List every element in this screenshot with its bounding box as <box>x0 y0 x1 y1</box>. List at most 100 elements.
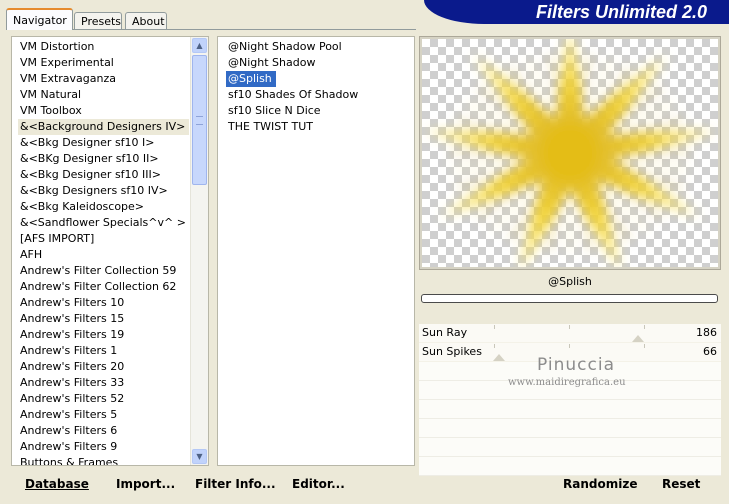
current-filter-name: @Splish <box>548 275 592 288</box>
category-item-label: VM Distortion <box>20 40 95 53</box>
filter-item[interactable]: @Splish <box>226 71 410 87</box>
chevron-down-icon: ▼ <box>196 452 203 461</box>
filter-item-label: @Splish <box>226 71 276 87</box>
category-item[interactable]: Andrew's Filters 15 <box>18 311 188 327</box>
category-item[interactable]: &<Sandflower Specials^v^ > <box>18 215 188 231</box>
editor-label: Editor... <box>292 477 345 491</box>
scroll-up-button[interactable]: ▲ <box>192 38 207 53</box>
randomize-button[interactable]: Randomize <box>563 476 637 492</box>
category-item-label: Andrew's Filters 10 <box>20 296 125 309</box>
empty-param-row <box>419 419 721 438</box>
filter-item[interactable]: sf10 Shades Of Shadow <box>226 87 410 103</box>
category-item[interactable]: VM Extravaganza <box>18 71 188 87</box>
category-item-label: Andrew's Filter Collection 62 <box>20 280 177 293</box>
empty-param-row <box>419 438 721 457</box>
category-item[interactable]: Buttons & Frames <box>18 455 188 466</box>
category-item-label: Andrew's Filters 6 <box>20 424 118 437</box>
import-label: Import... <box>116 477 176 491</box>
category-item[interactable]: [AFS IMPORT] <box>18 231 188 247</box>
category-item[interactable]: Andrew's Filters 9 <box>18 439 188 455</box>
category-item[interactable]: &<BKg Designer sf10 II> <box>18 151 188 167</box>
category-item-label: VM Extravaganza <box>20 72 117 85</box>
tab-presets[interactable]: Presets <box>74 12 122 29</box>
bottom-toolbar: Database Import... Filter Info... Editor… <box>11 468 415 498</box>
preview-image <box>422 39 718 267</box>
category-item[interactable]: Andrew's Filters 6 <box>18 423 188 439</box>
category-item[interactable]: AFH <box>18 247 188 263</box>
reset-label: Reset <box>662 477 701 491</box>
category-list[interactable]: VM Distortion VM Experimental VM Extravaga… <box>11 36 209 466</box>
category-item[interactable]: Andrew's Filter Collection 62 <box>18 279 188 295</box>
category-item-label: Andrew's Filters 33 <box>20 376 125 389</box>
category-item[interactable]: Andrew's Filters 10 <box>18 295 188 311</box>
import-button[interactable]: Import... <box>116 476 175 492</box>
category-item[interactable]: VM Experimental <box>18 55 188 71</box>
category-item[interactable]: &<Bkg Designer sf10 III> <box>18 167 188 183</box>
editor-button[interactable]: Editor... <box>292 476 345 492</box>
filter-info-button[interactable]: Filter Info... <box>195 476 276 492</box>
category-item[interactable]: Andrew's Filter Collection 59 <box>18 263 188 279</box>
category-item-label: Andrew's Filters 1 <box>20 344 118 357</box>
filter-item[interactable]: @Night Shadow <box>226 55 410 71</box>
category-item-label: &<Bkg Designers sf10 IV> <box>20 184 168 197</box>
category-item[interactable]: Andrew's Filters 19 <box>18 327 188 343</box>
category-item[interactable]: Andrew's Filters 20 <box>18 359 188 375</box>
category-item-label: Buttons & Frames <box>20 456 119 466</box>
slider-value: 66 <box>703 345 717 358</box>
category-scrollbar[interactable]: ▲ ▼ <box>190 37 208 465</box>
slider-thumb[interactable] <box>492 354 505 361</box>
category-item[interactable]: VM Distortion <box>18 39 188 55</box>
filter-item-label: sf10 Slice N Dice <box>228 104 321 117</box>
category-item-label: Andrew's Filters 9 <box>20 440 118 453</box>
category-item-label: Andrew's Filters 20 <box>20 360 125 373</box>
scroll-thumb[interactable] <box>192 55 207 185</box>
category-item-label: &<Bkg Designer sf10 III> <box>20 168 162 181</box>
reset-button[interactable]: Reset <box>662 476 700 492</box>
parameter-panel: Sun Ray 186 Sun Spikes 66 <box>419 324 721 476</box>
category-item[interactable]: &<Background Designers IV> <box>18 119 190 135</box>
slider-sun-ray[interactable]: Sun Ray 186 <box>419 324 721 343</box>
category-item-label: &<Bkg Kaleidoscope> <box>20 200 145 213</box>
tab-navigator-label: Navigator <box>13 14 67 27</box>
tab-about-label: About <box>132 15 165 28</box>
category-item[interactable]: Andrew's Filters 33 <box>18 375 188 391</box>
slider-tick <box>494 325 495 329</box>
category-item-label: [AFS IMPORT] <box>20 232 95 245</box>
database-button[interactable]: Database <box>25 476 89 492</box>
category-item-label: &<Bkg Designer sf10 I> <box>20 136 155 149</box>
category-item[interactable]: VM Natural <box>18 87 188 103</box>
scroll-down-button[interactable]: ▼ <box>192 449 207 464</box>
progress-bar <box>421 294 718 303</box>
category-item[interactable]: &<Bkg Kaleidoscope> <box>18 199 188 215</box>
watermark-name: Pinuccia <box>537 355 615 375</box>
category-item[interactable]: &<Bkg Designer sf10 I> <box>18 135 188 151</box>
filter-item[interactable]: THE TWIST TUT <box>226 119 410 135</box>
grip-icon <box>196 116 203 125</box>
tab-navigator[interactable]: Navigator <box>6 8 73 30</box>
category-item-label: Andrew's Filters 19 <box>20 328 125 341</box>
preview-toolbar: Randomize Reset <box>419 468 721 498</box>
category-item[interactable]: &<Bkg Designers sf10 IV> <box>18 183 188 199</box>
randomize-label: Randomize <box>563 477 638 491</box>
tab-about[interactable]: About <box>125 12 167 29</box>
category-item[interactable]: Andrew's Filters 52 <box>18 391 188 407</box>
slider-thumb[interactable] <box>632 335 645 342</box>
slider-tick <box>644 344 645 348</box>
filter-list[interactable]: @Night Shadow Pool @Night Shadow @Splish sf… <box>217 36 415 466</box>
category-item[interactable]: Andrew's Filters 5 <box>18 407 188 423</box>
category-item[interactable]: VM Toolbox <box>18 103 188 119</box>
slider-tick <box>494 344 495 348</box>
watermark-site: www.maidiregrafica.eu <box>508 377 626 388</box>
empty-param-row <box>419 400 721 419</box>
tab-presets-label: Presets <box>81 15 122 28</box>
filter-info-label: Filter Info... <box>195 477 276 491</box>
filter-item[interactable]: sf10 Slice N Dice <box>226 103 410 119</box>
star-shape <box>422 39 718 267</box>
category-item-label: &<Sandflower Specials^v^ > <box>20 216 186 229</box>
category-item-label: VM Toolbox <box>20 104 82 117</box>
slider-tick <box>644 325 645 329</box>
category-item[interactable]: Andrew's Filters 1 <box>18 343 188 359</box>
filter-item[interactable]: @Night Shadow Pool <box>226 39 410 55</box>
splish-star-image <box>422 39 718 267</box>
filter-item-label: @Night Shadow Pool <box>228 40 342 53</box>
